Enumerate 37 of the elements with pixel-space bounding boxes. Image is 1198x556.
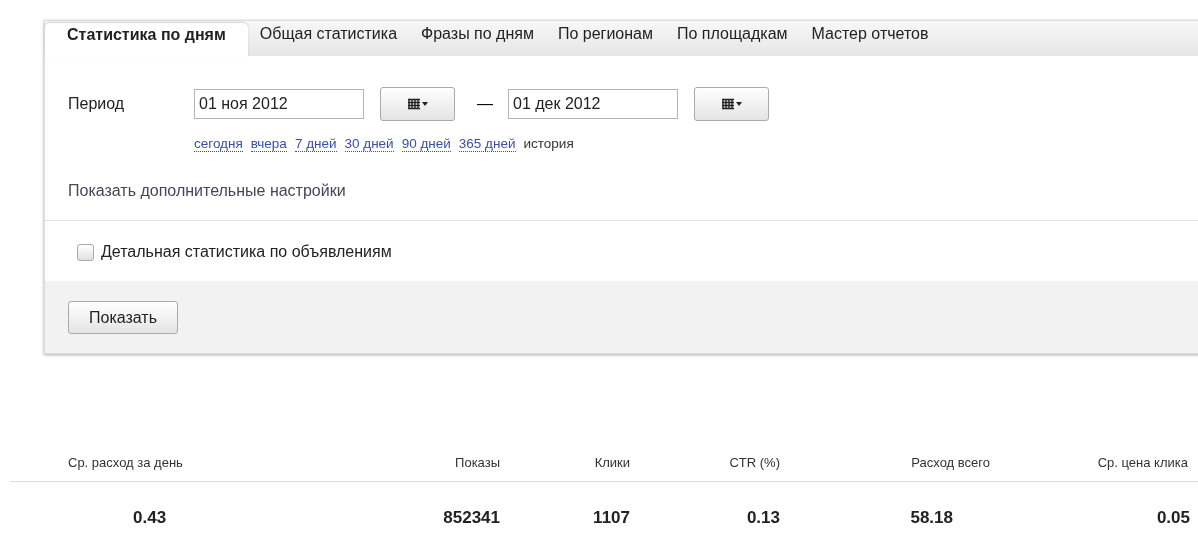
table-cell-text: 852341 [442,508,500,528]
tab[interactable]: Общая статистика [247,21,410,56]
tab[interactable]: Мастер отчетов [799,21,941,56]
calendar-button[interactable] [380,87,455,121]
checkbox[interactable] [77,243,94,261]
checkbox-label: Детальная статистика по объявлениям [101,243,392,261]
date-field[interactable]: 01 дек 2012 [508,89,678,119]
table-cell-text: 58.18 [909,508,954,528]
date-field[interactable]: 01 ноя 2012 [194,89,364,119]
column-header: Показы [454,454,500,470]
tab[interactable]: Фразы по дням [409,21,546,56]
column-header: Ср. расход за день [67,454,184,470]
range-link[interactable]: 90 дней [401,136,451,152]
table-cell-text: 0.13 [745,508,780,528]
calendar-button[interactable] [694,87,769,121]
range-link[interactable]: 30 дней [344,136,394,152]
settings-toggle-link[interactable]: Показать дополнительные настройки [68,182,346,199]
table-cell-text: 1107 [592,508,630,528]
range-link[interactable]: 365 дней [458,136,516,152]
range-text[interactable]: история [523,136,574,152]
period-label: Период [68,95,126,113]
range-link[interactable]: вчера [250,136,287,152]
range-link[interactable]: 7 дней [294,136,337,152]
calendar-dropdown-icon [406,98,429,110]
column-header: Ср. цена клика [1096,454,1189,470]
column-header: CTR (%) [728,454,780,470]
column-header: Клики [593,454,630,470]
range-link[interactable]: сегодня [194,136,243,152]
tab[interactable]: Статистика по дням [45,23,248,56]
show-button[interactable]: Показать [68,301,178,334]
tab[interactable]: По площадкам [665,21,800,56]
table-cell-text: 0.43 [132,508,168,528]
tab[interactable]: По регионам [545,21,665,56]
column-header: Расход всего [910,454,991,470]
table-cell-text: 0.05 [1155,508,1191,528]
range-separator: — [477,95,493,113]
calendar-dropdown-icon [720,98,743,110]
